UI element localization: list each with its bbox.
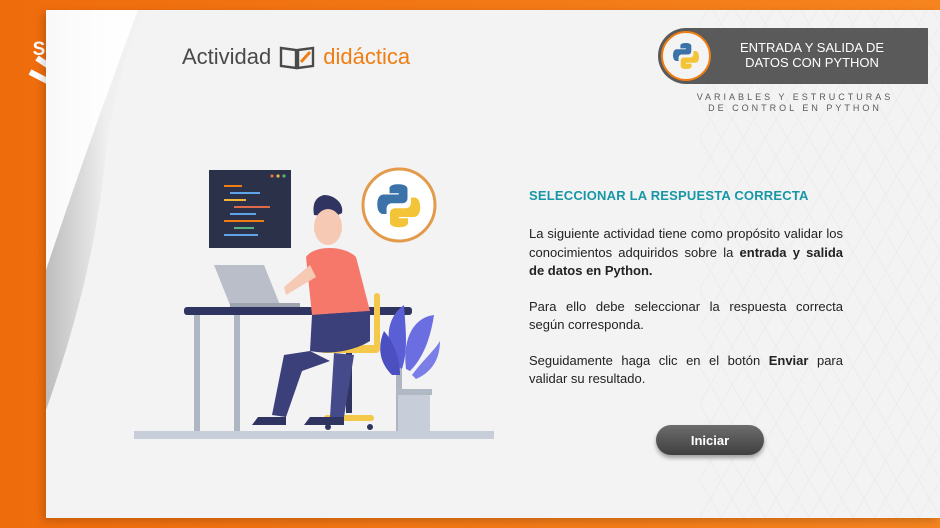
instructions-heading: SELECCIONAR LA RESPUESTA CORRECTA: [529, 188, 809, 203]
activity-title: Actividad didáctica: [182, 44, 410, 70]
python-icon: [673, 43, 699, 69]
topic-subtitle: VARIABLES Y ESTRUCTURAS DE CONTROL EN PY…: [690, 92, 900, 114]
start-button[interactable]: Iniciar: [656, 425, 764, 455]
instructions-paragraph-3: Seguidamente haga clic en el botón Envia…: [529, 352, 843, 389]
plant: [380, 305, 440, 431]
badge-title: ENTRADA Y SALIDA DE DATOS CON PYTHON: [724, 40, 900, 70]
activity-word-1: Actividad: [182, 44, 272, 69]
floor: [134, 431, 494, 439]
code-screen: [209, 170, 291, 248]
instructions-paragraph-2: Para ello debe seleccionar la respuesta …: [529, 298, 843, 333]
instructions-paragraph-1: La siguiente actividad tiene como propós…: [529, 225, 843, 281]
p3-bold: Enviar: [768, 352, 809, 368]
topic-badge: ENTRADA Y SALIDA DE DATOS CON PYTHON: [658, 28, 928, 84]
book-icon: [280, 46, 315, 70]
python-badge-illustration: [361, 167, 437, 243]
badge-title-line2: DATOS CON PYTHON: [745, 55, 879, 70]
topic-subtitle-line2: DE CONTROL EN PYTHON: [708, 103, 882, 113]
badge-title-line1: ENTRADA Y SALIDA DE: [739, 40, 885, 55]
developer-illustration: [134, 167, 494, 439]
p3-text-a: Seguidamente haga clic en el botón: [529, 352, 769, 368]
activity-word-2: didáctica: [323, 44, 411, 69]
instructions-panel: SELECCIONAR LA RESPUESTA CORRECTA La sig…: [529, 188, 843, 406]
topic-subtitle-line1: VARIABLES Y ESTRUCTURAS: [696, 92, 894, 102]
badge-python-circle: [661, 31, 711, 81]
